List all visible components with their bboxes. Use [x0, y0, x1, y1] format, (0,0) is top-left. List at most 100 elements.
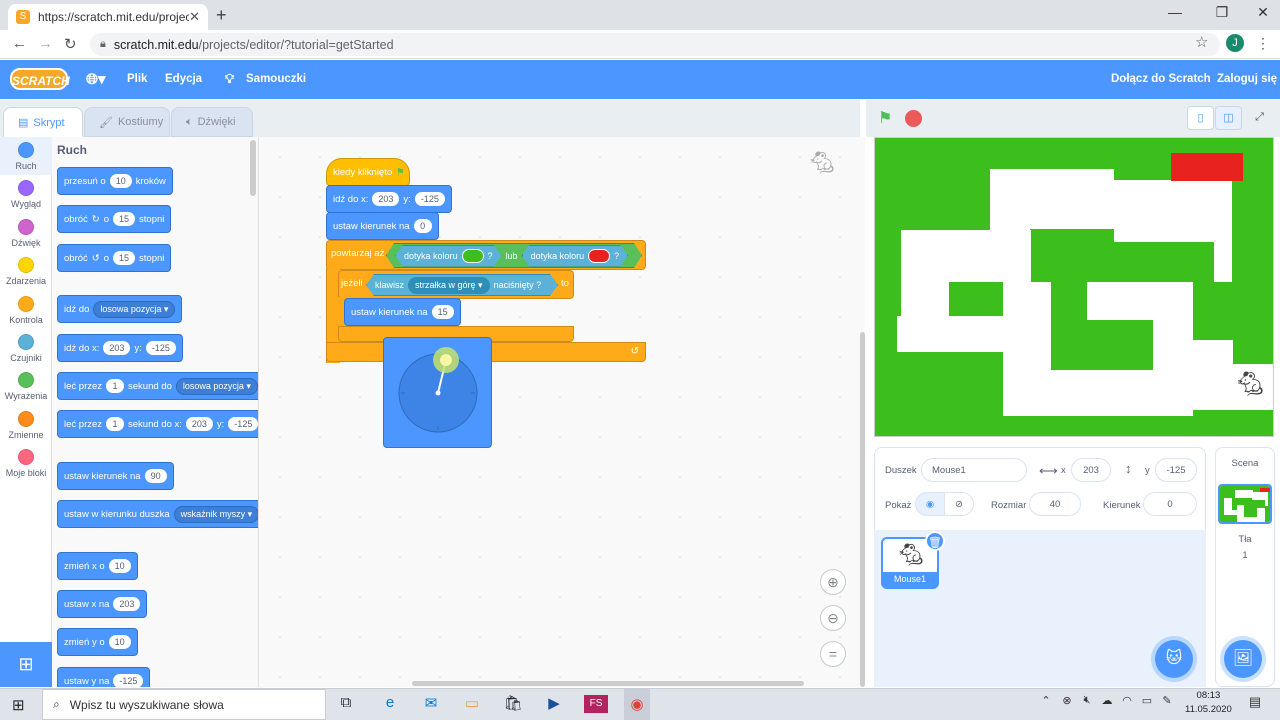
seconds-input[interactable]: 1	[106, 417, 125, 431]
y-input[interactable]: -125	[1155, 458, 1197, 482]
category-sensing[interactable]: Czujniki	[0, 334, 52, 363]
mail-icon[interactable]: ✉	[419, 694, 443, 712]
show-hidden-button[interactable]: ⊘	[944, 492, 974, 516]
color-swatch-red[interactable]	[588, 249, 610, 263]
direction-input[interactable]: 0	[413, 219, 432, 233]
chrome-icon[interactable]: ◉	[624, 689, 650, 720]
close-window-icon[interactable]: ✕	[1248, 4, 1278, 21]
category-motion[interactable]: Ruch	[0, 137, 52, 175]
seconds-input[interactable]: 1	[106, 379, 125, 393]
block-change-y[interactable]: zmień y o 10	[57, 628, 138, 656]
sign-in-link[interactable]: Zaloguj się	[1217, 73, 1277, 85]
stop-button[interactable]	[905, 110, 922, 127]
block-turn-right[interactable]: obróć ↻ o 15 stopni	[57, 205, 172, 233]
y-input[interactable]: -125	[228, 417, 258, 431]
category-events[interactable]: Zdarzenia	[0, 257, 52, 286]
block-glide-xy[interactable]: leć przez 1 sekund do x: 203 y: -125	[57, 410, 258, 438]
block-when-flag-clicked[interactable]: kiedy kliknięto ⚑	[326, 158, 410, 186]
minimize-icon[interactable]: —	[1160, 4, 1190, 20]
zoom-out-button[interactable]: ⊖	[820, 605, 846, 631]
x-input[interactable]: 203	[1071, 458, 1111, 482]
menu-tutorials[interactable]: Samouczki	[246, 73, 306, 85]
value-input[interactable]: 10	[108, 635, 131, 649]
block-goto[interactable]: idź do losowa pozycja ▾	[57, 295, 183, 323]
degrees-input[interactable]: 15	[113, 251, 136, 265]
scratch-logo[interactable]: SCRATCH	[10, 68, 70, 90]
notifications-icon[interactable]: ▤	[1243, 694, 1267, 710]
block-glide[interactable]: leć przez 1 sekund do losowa pozycja ▾	[57, 372, 258, 400]
block-goto-xy[interactable]: idź do x: 203 y: -125	[57, 334, 183, 362]
reload-icon[interactable]: ↻	[64, 35, 77, 53]
block-change-x[interactable]: zmień x o 10	[57, 552, 138, 580]
block-move-steps[interactable]: przesuń o 10 kroków	[57, 167, 173, 195]
stage-canvas[interactable]: 🐁︎	[874, 137, 1274, 437]
edge-icon[interactable]: e	[378, 694, 402, 711]
dial-graphic[interactable]	[384, 332, 493, 449]
block-point-towards[interactable]: ustaw w kierunku duszka wskaźnik myszy ▾	[57, 500, 258, 528]
new-tab-icon[interactable]: +	[216, 5, 227, 26]
block-set-x[interactable]: ustaw x na 203	[57, 590, 148, 618]
file-explorer-icon[interactable]: ▭	[460, 694, 484, 712]
category-sound[interactable]: Dźwięk	[0, 219, 52, 248]
direction-input[interactable]: 0	[1143, 492, 1197, 516]
or-operator[interactable]: dotyka koloru? lub dotyka koloru?	[386, 243, 642, 268]
pen-icon[interactable]: ✎	[1155, 694, 1179, 707]
join-scratch-link[interactable]: Dołącz do Scratch	[1111, 73, 1211, 85]
key-pressed-block[interactable]: klawisz strzałka w górę ▾ naciśnięty ?	[366, 274, 558, 296]
script-vertical-scrollbar[interactable]	[860, 332, 865, 687]
browser-tab[interactable]: S https://scratch.mit.edu/projects/e ✕	[8, 4, 208, 30]
goto-dropdown[interactable]: losowa pozycja ▾	[93, 300, 176, 318]
menu-edit[interactable]: Edycja	[165, 73, 202, 85]
value-input[interactable]: 203	[113, 597, 141, 611]
block-turn-left[interactable]: obróć ↺ o 15 stopni	[57, 244, 172, 272]
script-inner-point-direction[interactable]: ustaw kierunek na 15	[344, 298, 461, 326]
sprite-name-input[interactable]: Mouse1	[921, 458, 1027, 482]
language-globe-icon[interactable]: 🌐︎▾	[86, 70, 106, 88]
category-operators[interactable]: Wyrażenia	[0, 372, 52, 401]
task-view-icon[interactable]: ⧉	[334, 694, 358, 711]
small-stage-button[interactable]: ▯	[1187, 106, 1214, 130]
x-input[interactable]: 203	[185, 417, 213, 431]
tab-costumes[interactable]: 🖌︎ Kostiumy	[84, 107, 170, 137]
category-control[interactable]: Kontrola	[0, 296, 52, 325]
glide-dropdown[interactable]: losowa pozycja ▾	[175, 377, 258, 395]
backdrop-thumbnail[interactable]	[1218, 484, 1272, 524]
delete-sprite-button[interactable]: 🗑︎	[925, 531, 945, 551]
store-icon[interactable]: 🛍︎	[501, 694, 525, 712]
category-my-blocks[interactable]: Moje bloki	[0, 449, 52, 478]
script-goto-xy[interactable]: idź do x: 203 y: -125	[326, 185, 452, 213]
touching-color-2[interactable]: dotyka koloru?	[522, 245, 629, 267]
green-flag-button[interactable]: ⚑	[878, 108, 892, 128]
x-input[interactable]: 203	[103, 341, 131, 355]
category-variables[interactable]: Zmienne	[0, 411, 52, 440]
zoom-reset-button[interactable]: =	[820, 641, 846, 667]
fs-app-icon[interactable]: FS	[584, 695, 608, 713]
windows-start-icon[interactable]: ⊞	[12, 696, 25, 714]
category-looks[interactable]: Wygląd	[0, 180, 52, 209]
tab-sounds[interactable]: 🔈︎ Dźwięki	[171, 107, 253, 137]
direction-input[interactable]: 15	[431, 305, 454, 319]
maximize-icon[interactable]: ❐	[1207, 4, 1237, 21]
menu-file[interactable]: Plik	[127, 73, 147, 85]
script-horizontal-scrollbar[interactable]	[412, 681, 804, 686]
show-visible-button[interactable]: ◉	[915, 492, 945, 516]
color-swatch-green[interactable]	[462, 249, 484, 263]
back-icon[interactable]: ←	[12, 35, 27, 52]
zoom-in-button[interactable]: ⊕	[820, 569, 846, 595]
add-backdrop-button[interactable]: 🖼︎	[1224, 640, 1262, 678]
palette-scrollbar[interactable]	[250, 140, 256, 196]
close-tab-icon[interactable]: ✕	[189, 9, 200, 25]
fullscreen-button[interactable]: ⤢	[1246, 106, 1273, 130]
size-input[interactable]: 40	[1029, 492, 1081, 516]
direction-dial-popup[interactable]	[383, 332, 493, 449]
script-point-direction[interactable]: ustaw kierunek na 0	[326, 212, 439, 240]
block-set-y[interactable]: ustaw y na -125	[57, 667, 151, 687]
x-input[interactable]: 203	[372, 192, 400, 206]
key-dropdown[interactable]: strzałka w górę ▾	[408, 277, 490, 294]
value-input[interactable]: -125	[113, 674, 144, 687]
add-extension-button[interactable]: ⊞	[0, 642, 52, 687]
y-input[interactable]: -125	[145, 341, 176, 355]
block-point-direction[interactable]: ustaw kierunek na 90	[57, 462, 174, 490]
degrees-input[interactable]: 15	[113, 212, 136, 226]
touching-color-1[interactable]: dotyka koloru?	[395, 245, 502, 267]
